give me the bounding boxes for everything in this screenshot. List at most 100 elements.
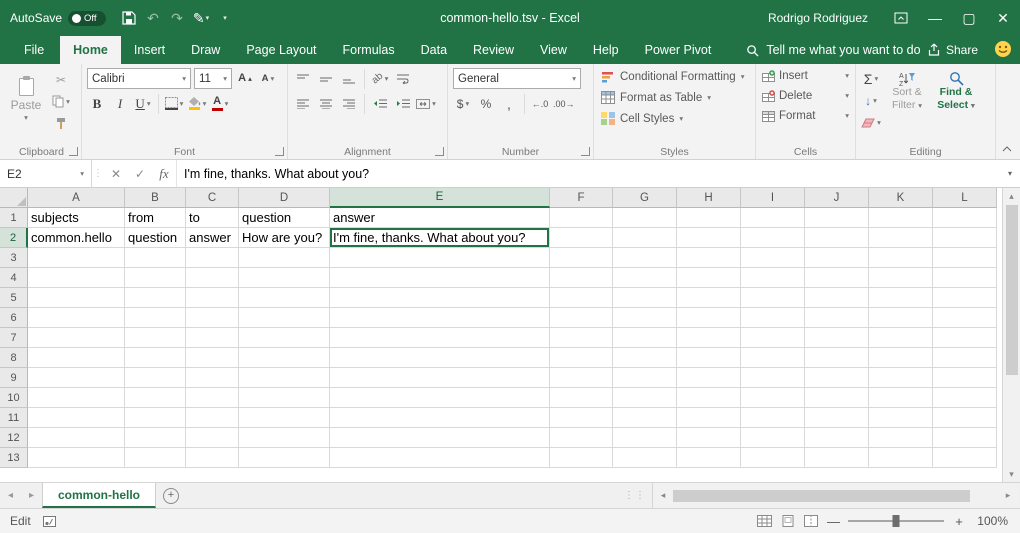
- cell-I2[interactable]: [741, 228, 805, 248]
- column-header-I[interactable]: I: [741, 188, 805, 208]
- horizontal-scroll-thumb[interactable]: [673, 490, 970, 502]
- cell-B9[interactable]: [125, 368, 186, 388]
- orientation-button[interactable]: ab▾: [370, 68, 390, 89]
- cell-F13[interactable]: [550, 448, 613, 468]
- zoom-slider-thumb[interactable]: [893, 515, 900, 527]
- cell-F1[interactable]: [550, 208, 613, 228]
- new-sheet-button[interactable]: +: [156, 483, 186, 508]
- cell-K1[interactable]: [869, 208, 933, 228]
- cell-F2[interactable]: [550, 228, 613, 248]
- column-header-D[interactable]: D: [239, 188, 330, 208]
- column-header-K[interactable]: K: [869, 188, 933, 208]
- cell-H13[interactable]: [677, 448, 741, 468]
- sheet-tab-common-hello[interactable]: common-hello: [42, 483, 156, 508]
- cell-G9[interactable]: [613, 368, 677, 388]
- cell-A7[interactable]: [28, 328, 125, 348]
- cell-B12[interactable]: [125, 428, 186, 448]
- cell-J5[interactable]: [805, 288, 869, 308]
- cell-B4[interactable]: [125, 268, 186, 288]
- alignment-dialog-launcher[interactable]: [435, 147, 444, 156]
- cell-I8[interactable]: [741, 348, 805, 368]
- cell-J1[interactable]: [805, 208, 869, 228]
- accounting-format-button[interactable]: $▾: [453, 93, 473, 114]
- fill-color-button[interactable]: ▾: [187, 93, 207, 114]
- cell-B13[interactable]: [125, 448, 186, 468]
- cut-button[interactable]: ✂: [51, 69, 71, 90]
- cell-C12[interactable]: [186, 428, 239, 448]
- cancel-button[interactable]: ✕: [104, 160, 128, 187]
- tab-draw[interactable]: Draw: [178, 36, 233, 64]
- cell-L4[interactable]: [933, 268, 997, 288]
- align-right-button[interactable]: [339, 93, 359, 114]
- cell-A10[interactable]: [28, 388, 125, 408]
- vertical-scrollbar[interactable]: ▴ ▾: [1002, 188, 1020, 482]
- delete-cells-button[interactable]: Delete▾: [759, 86, 852, 106]
- cell-E12[interactable]: [330, 428, 550, 448]
- cell-A1[interactable]: subjects: [28, 208, 125, 228]
- sort-filter-button[interactable]: AZ Sort & Filter ▾: [884, 68, 930, 133]
- cell-A2[interactable]: common.hello: [28, 228, 125, 248]
- find-select-button[interactable]: Find & Select ▾: [933, 68, 979, 133]
- cell-B2[interactable]: question: [125, 228, 186, 248]
- feedback-smiley-button[interactable]: [994, 40, 1012, 61]
- cell-C6[interactable]: [186, 308, 239, 328]
- cell-E2[interactable]: I'm fine, thanks. What about you?: [330, 228, 550, 248]
- row-header-5[interactable]: 5: [0, 288, 28, 308]
- redo-button[interactable]: ↷: [166, 5, 188, 31]
- row-header-6[interactable]: 6: [0, 308, 28, 328]
- cell-J13[interactable]: [805, 448, 869, 468]
- column-header-H[interactable]: H: [677, 188, 741, 208]
- format-painter-button[interactable]: [51, 113, 71, 134]
- cell-K8[interactable]: [869, 348, 933, 368]
- cell-K13[interactable]: [869, 448, 933, 468]
- cell-D10[interactable]: [239, 388, 330, 408]
- cell-E6[interactable]: [330, 308, 550, 328]
- decrease-font-size-button[interactable]: A▾: [258, 68, 278, 89]
- name-box-resize-handle[interactable]: ⋮: [92, 160, 104, 187]
- cell-E5[interactable]: [330, 288, 550, 308]
- cell-F9[interactable]: [550, 368, 613, 388]
- cell-K7[interactable]: [869, 328, 933, 348]
- cell-H10[interactable]: [677, 388, 741, 408]
- cell-B1[interactable]: from: [125, 208, 186, 228]
- cell-D9[interactable]: [239, 368, 330, 388]
- format-as-table-button[interactable]: Format as Table▾: [597, 87, 752, 108]
- fill-button[interactable]: ↓▾: [861, 90, 881, 111]
- tab-help[interactable]: Help: [580, 36, 632, 64]
- cell-C3[interactable]: [186, 248, 239, 268]
- cell-G7[interactable]: [613, 328, 677, 348]
- row-header-11[interactable]: 11: [0, 408, 28, 428]
- cell-D3[interactable]: [239, 248, 330, 268]
- cell-A4[interactable]: [28, 268, 125, 288]
- zoom-in-button[interactable]: +: [953, 514, 965, 529]
- cell-H7[interactable]: [677, 328, 741, 348]
- share-button[interactable]: Share: [927, 43, 978, 57]
- macro-record-button[interactable]: [43, 516, 56, 527]
- previous-sheet-button[interactable]: ◂: [0, 483, 21, 508]
- next-sheet-button[interactable]: ▸: [21, 483, 42, 508]
- merge-center-button[interactable]: ▾: [416, 93, 436, 114]
- cell-G12[interactable]: [613, 428, 677, 448]
- tab-review[interactable]: Review: [460, 36, 527, 64]
- row-header-2[interactable]: 2: [0, 228, 28, 248]
- cell-I6[interactable]: [741, 308, 805, 328]
- formula-input[interactable]: I'm fine, thanks. What about you?: [176, 160, 1000, 187]
- cell-F4[interactable]: [550, 268, 613, 288]
- cell-K5[interactable]: [869, 288, 933, 308]
- vertical-scroll-thumb[interactable]: [1006, 205, 1018, 375]
- cell-I7[interactable]: [741, 328, 805, 348]
- tab-formulas[interactable]: Formulas: [330, 36, 408, 64]
- conditional-formatting-button[interactable]: Conditional Formatting▾: [597, 66, 752, 87]
- column-header-G[interactable]: G: [613, 188, 677, 208]
- paste-button[interactable]: Paste ▾: [5, 66, 47, 134]
- zoom-out-button[interactable]: —: [827, 514, 839, 529]
- align-left-button[interactable]: [293, 93, 313, 114]
- cell-I13[interactable]: [741, 448, 805, 468]
- horizontal-scrollbar[interactable]: ◂ ▸: [652, 483, 1018, 508]
- cell-F6[interactable]: [550, 308, 613, 328]
- column-header-E[interactable]: E: [330, 188, 550, 208]
- cell-J2[interactable]: [805, 228, 869, 248]
- cell-B5[interactable]: [125, 288, 186, 308]
- page-layout-view-button[interactable]: [781, 515, 795, 527]
- cell-J10[interactable]: [805, 388, 869, 408]
